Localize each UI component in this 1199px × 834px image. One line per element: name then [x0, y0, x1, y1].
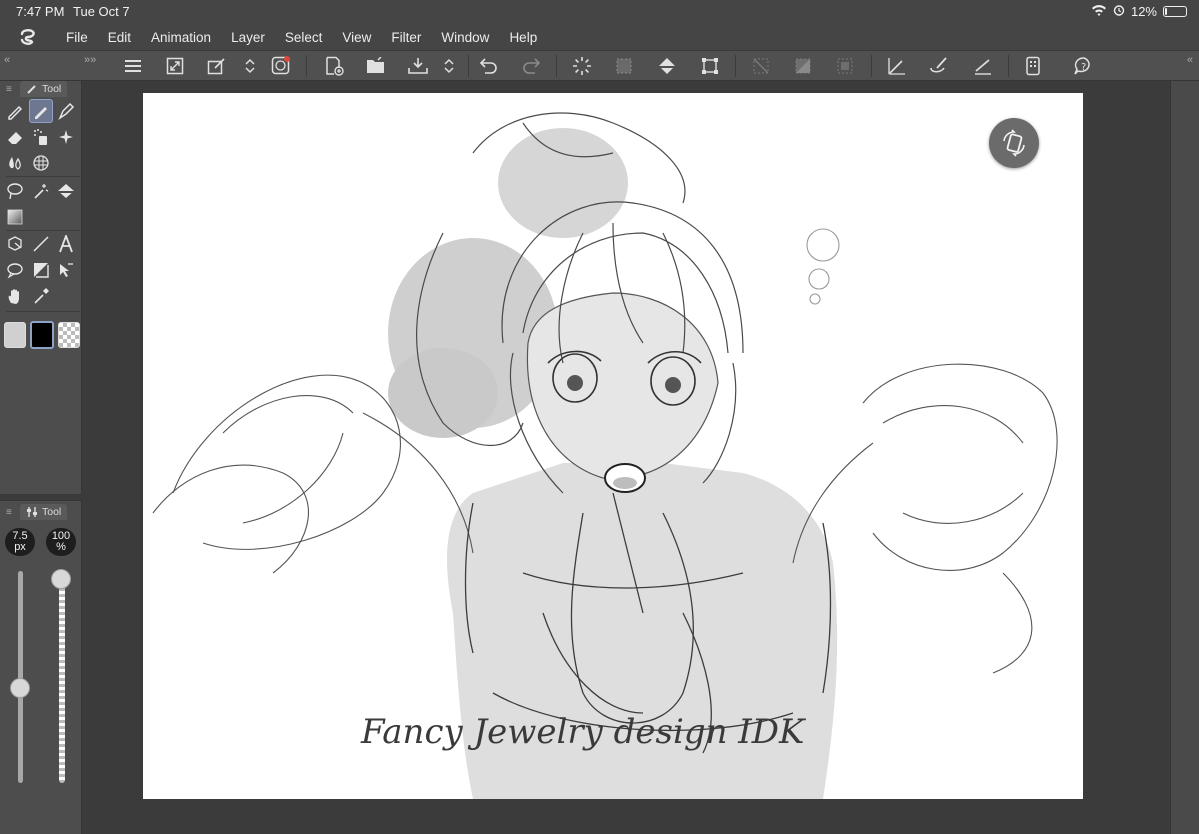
export-chevron-icon[interactable]	[437, 54, 461, 78]
app-logo-icon[interactable]	[0, 24, 56, 50]
brush-size-slider[interactable]	[18, 571, 23, 783]
loading-icon[interactable]	[570, 54, 594, 78]
balloon-icon[interactable]	[3, 258, 27, 282]
status-time: 7:47 PM	[16, 4, 65, 19]
tool-panel: ≡ Tool	[0, 81, 82, 494]
status-right: 12%	[1091, 4, 1187, 19]
alarm-icon	[1113, 4, 1125, 19]
invert-selection-icon[interactable]	[791, 54, 815, 78]
transform-icon[interactable]	[698, 54, 722, 78]
status-bar: 7:47 PM Tue Oct 7 12%	[0, 0, 1199, 24]
menu-layer[interactable]: Layer	[221, 30, 275, 45]
brush-size-unit: px	[14, 541, 26, 553]
correct-line-icon[interactable]	[885, 54, 909, 78]
brush-smoothing-icon[interactable]	[927, 54, 951, 78]
wifi-icon	[1091, 4, 1107, 19]
blend-icon[interactable]	[3, 151, 27, 175]
pencil-tool-icon[interactable]	[29, 99, 53, 123]
open-folder-icon[interactable]	[364, 54, 388, 78]
right-dock	[1170, 81, 1199, 834]
drawing-canvas[interactable]: Fancy Jewelry design IDK	[143, 93, 1083, 799]
magic-wand-icon[interactable]	[29, 179, 53, 203]
grip-icon[interactable]: ≡	[0, 507, 20, 518]
help-icon[interactable]: ?	[1072, 54, 1096, 78]
svg-text:?: ?	[1081, 62, 1086, 73]
opacity-slider[interactable]	[59, 571, 65, 783]
new-canvas-icon[interactable]	[322, 54, 346, 78]
redo-icon[interactable]	[519, 54, 543, 78]
bucket-icon[interactable]	[54, 179, 78, 203]
menu-filter[interactable]: Filter	[381, 30, 431, 45]
command-bar: « »» ? «	[0, 50, 1199, 81]
menu-window[interactable]: Window	[431, 30, 499, 45]
menu-file[interactable]: File	[56, 30, 98, 45]
3d-object-icon[interactable]	[3, 232, 27, 256]
deselect-icon[interactable]	[749, 54, 773, 78]
record-icon[interactable]	[269, 54, 293, 78]
text-tool-icon[interactable]	[54, 232, 78, 256]
pen-tool-icon[interactable]	[3, 99, 27, 123]
operation-icon[interactable]	[54, 258, 78, 282]
property-panel-header: ≡ Tool	[0, 504, 81, 520]
sliders-icon	[27, 507, 37, 517]
menu-help[interactable]: Help	[499, 30, 547, 45]
transparent-color-swatch[interactable]	[58, 322, 80, 348]
opacity-unit: %	[56, 541, 66, 553]
fill-icon[interactable]	[656, 54, 680, 78]
collapse-left-icon[interactable]: «	[4, 54, 10, 66]
collapse-far-right-icon[interactable]: «	[1187, 54, 1193, 66]
brush-size-readout[interactable]: 7.5 px	[5, 528, 35, 556]
tool-panel-header: ≡ Tool	[0, 81, 81, 97]
battery-icon	[1163, 6, 1187, 17]
menu-select[interactable]: Select	[275, 30, 333, 45]
battery-percent: 12%	[1130, 4, 1157, 19]
collapse-right-icon[interactable]: »»	[84, 54, 96, 66]
menu-edit[interactable]: Edit	[98, 30, 141, 45]
menu-view[interactable]: View	[332, 30, 381, 45]
spray-icon[interactable]	[29, 125, 53, 149]
menu-bar: File Edit Animation Layer Select View Fi…	[0, 24, 1199, 50]
selection-border-icon[interactable]	[833, 54, 857, 78]
property-panel-tab-label: Tool	[42, 506, 62, 518]
undo-icon[interactable]	[477, 54, 501, 78]
hand-icon[interactable]	[3, 284, 27, 308]
property-panel-tab[interactable]: Tool	[20, 504, 68, 520]
main-color-swatch[interactable]	[30, 321, 54, 349]
status-date: Tue Oct 7	[73, 4, 130, 19]
grip-icon[interactable]: ≡	[0, 84, 20, 95]
line-tool-icon[interactable]	[29, 232, 53, 256]
ink-pen-icon[interactable]	[54, 99, 78, 123]
settings-icon[interactable]	[205, 54, 229, 78]
brush-tab-icon	[27, 85, 36, 94]
fullscreen-icon[interactable]	[163, 54, 187, 78]
opacity-knob[interactable]	[51, 569, 71, 589]
grid-icon[interactable]	[29, 151, 53, 175]
ruler-icon[interactable]	[971, 54, 995, 78]
eraser-icon[interactable]	[3, 125, 27, 149]
opacity-readout[interactable]: 100 %	[46, 528, 76, 556]
eyedropper-icon[interactable]	[29, 284, 53, 308]
menu-icon[interactable]	[121, 54, 145, 78]
chevron-updown-icon[interactable]	[238, 54, 262, 78]
menu-animation[interactable]: Animation	[141, 30, 221, 45]
rotate-icon	[1003, 129, 1025, 157]
sketch-artwork: Fancy Jewelry design IDK	[152, 112, 1058, 799]
watermark-text: Fancy Jewelry design IDK	[360, 712, 807, 752]
brush-size-knob[interactable]	[10, 677, 30, 698]
sub-color-swatch[interactable]	[4, 322, 26, 348]
export-icon[interactable]	[406, 54, 430, 78]
tool-panel-tab-label: Tool	[42, 83, 62, 95]
sparkle-icon[interactable]	[54, 125, 78, 149]
lasso-icon[interactable]	[3, 179, 27, 203]
rotate-canvas-button[interactable]	[989, 118, 1039, 168]
companion-icon[interactable]	[1021, 54, 1045, 78]
tool-panel-tab[interactable]: Tool	[20, 81, 68, 97]
tool-property-panel: ≡ Tool 7.5 px 100 %	[0, 500, 82, 834]
frame-icon[interactable]	[29, 258, 53, 282]
selection-clear-icon[interactable]	[612, 54, 636, 78]
gradient-icon[interactable]	[3, 205, 27, 229]
